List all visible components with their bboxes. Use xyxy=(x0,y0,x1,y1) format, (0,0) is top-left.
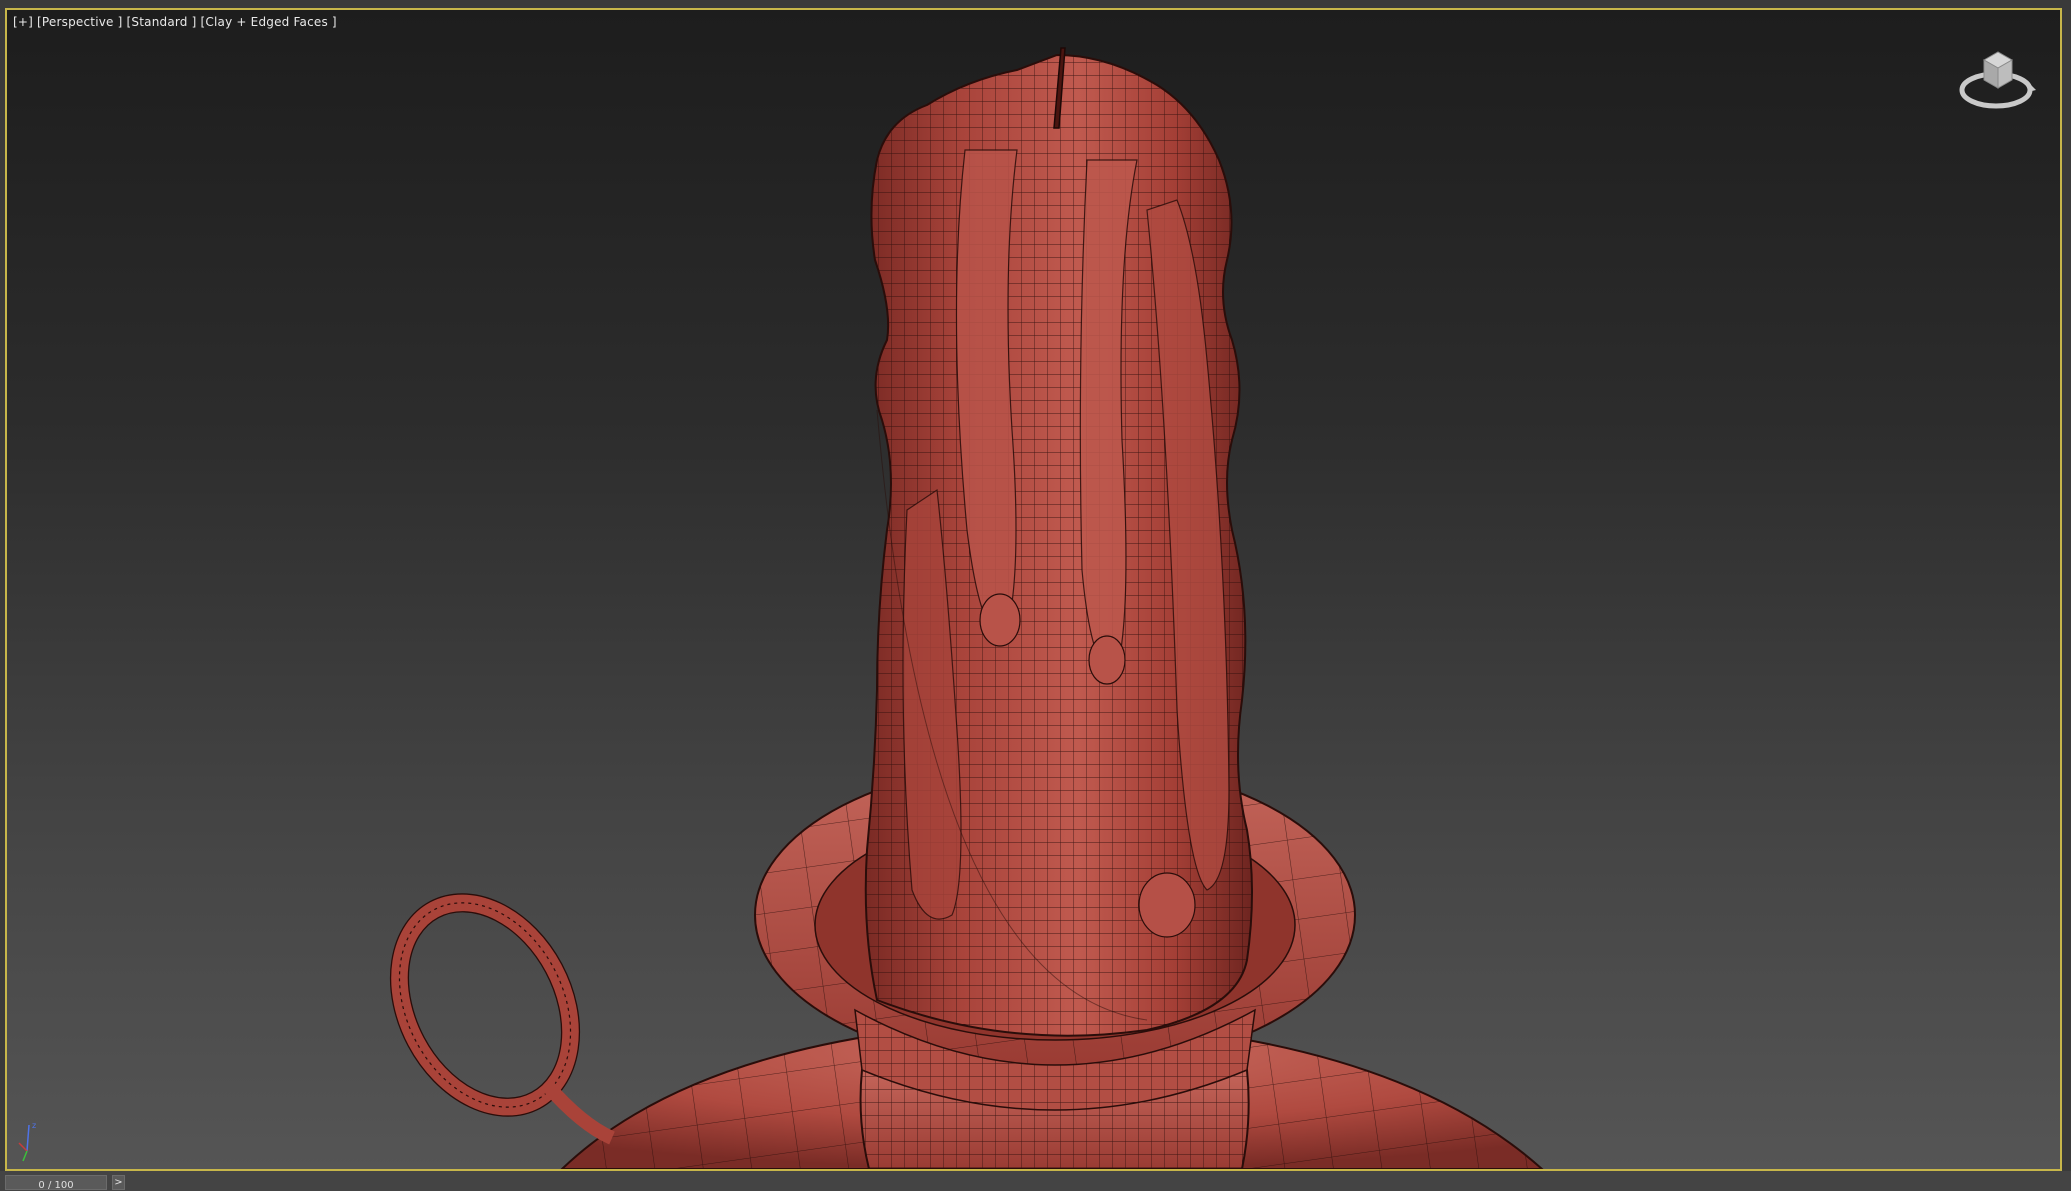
next-frame-button[interactable]: > xyxy=(112,1175,125,1190)
axis-tripod-icon: z xyxy=(18,1121,36,1162)
candle-handle-ring xyxy=(389,893,615,1145)
viewport-scene[interactable] xyxy=(7,10,2060,1169)
svg-text:z: z xyxy=(32,1121,36,1130)
viewport-menu-button[interactable]: [+] xyxy=(13,15,33,29)
perspective-viewport[interactable]: [+] [Perspective ] [Standard ] [Clay + E… xyxy=(5,8,2062,1171)
viewport-shading-mode[interactable]: [Clay + Edged Faces ] xyxy=(201,15,337,29)
viewport-label-menu[interactable]: [+] [Perspective ] [Standard ] [Clay + E… xyxy=(13,15,337,29)
viewcube-icon[interactable] xyxy=(1958,40,2038,118)
timeline-bar: 0 / 100 > xyxy=(0,1171,2071,1191)
candle-body xyxy=(864,53,1253,1037)
viewport-view-mode[interactable]: [Perspective ] xyxy=(37,15,122,29)
app-window: [+] [Perspective ] [Standard ] [Clay + E… xyxy=(0,0,2071,1191)
time-slider[interactable]: 0 / 100 xyxy=(5,1175,107,1190)
viewport-preset[interactable]: [Standard ] xyxy=(127,15,197,29)
